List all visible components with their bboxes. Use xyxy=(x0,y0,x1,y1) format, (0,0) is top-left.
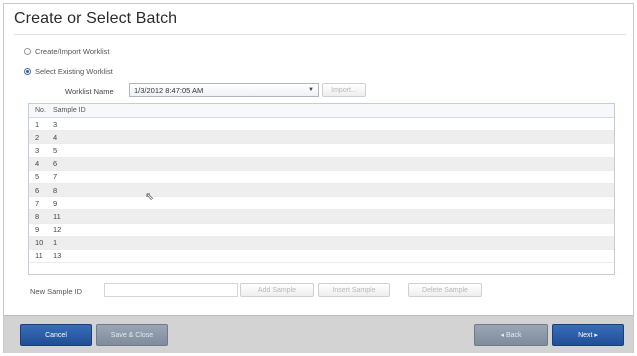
row-number: 9 xyxy=(35,225,40,235)
create-import-option[interactable]: Create/Import Worklist xyxy=(24,47,109,56)
cancel-button[interactable]: Cancel xyxy=(20,324,92,346)
back-button[interactable]: ◂ Back xyxy=(474,324,548,346)
row-sample-id: 1 xyxy=(53,238,58,248)
table-row[interactable]: 68 xyxy=(29,183,614,198)
row-sample-id: 9 xyxy=(53,198,58,208)
table-row[interactable]: 57 xyxy=(29,171,614,184)
row-sample-id: 8 xyxy=(53,185,58,195)
table-row[interactable]: 13 xyxy=(29,118,614,132)
table-row[interactable]: 11 13 xyxy=(29,250,614,264)
row-sample-id: 3 xyxy=(53,119,58,129)
row-number: 10 xyxy=(35,238,44,248)
worklist-name-select[interactable]: 1/3/2012 8:47:05 AM ▼ xyxy=(129,83,319,97)
table-row[interactable]: 46 xyxy=(29,157,614,171)
row-number: 3 xyxy=(35,145,40,155)
next-button[interactable]: Next ▸ xyxy=(552,324,624,346)
grid-body: 1 3 2 4 3 5 4 6 5 7 6 8 7 9 8 11 9 12 10 1 11 13 xyxy=(29,118,614,264)
delete-sample-button[interactable]: Delete Sample xyxy=(408,283,482,297)
row-sample-id: 5 xyxy=(53,145,58,155)
table-row[interactable]: 79 xyxy=(29,197,614,211)
select-existing-label: Select Existing Worklist xyxy=(35,67,113,76)
save-close-button[interactable]: Save & Close xyxy=(96,324,168,346)
footer-bar: Cancel Save & Close ◂ Back Next ▸ xyxy=(4,315,633,353)
grid-header: No. Sample ID xyxy=(29,104,614,118)
table-row[interactable]: 9 12 xyxy=(29,224,614,237)
import-button[interactable]: Import... xyxy=(322,83,366,97)
mouse-pointer-icon: ⇖ xyxy=(145,191,155,203)
row-sample-id: 11 xyxy=(53,211,61,221)
select-existing-option[interactable]: Select Existing Worklist xyxy=(24,67,113,76)
table-row[interactable]: 35 xyxy=(29,144,614,158)
row-number: 6 xyxy=(35,185,40,195)
row-number: 8 xyxy=(35,211,40,221)
radio-create-import[interactable] xyxy=(24,48,31,55)
dialog-title: Create or Select Batch xyxy=(14,10,178,27)
row-number: 11 xyxy=(35,251,43,261)
radio-select-existing[interactable] xyxy=(24,68,31,75)
worklist-name-value: 1/3/2012 8:47:05 AM xyxy=(134,86,204,95)
header-no: No. xyxy=(35,107,46,114)
row-number: 7 xyxy=(35,198,40,208)
add-sample-button[interactable]: Add Sample xyxy=(240,283,314,297)
row-sample-id: 6 xyxy=(53,159,58,169)
insert-sample-button[interactable]: Insert Sample xyxy=(318,283,390,297)
header-sample-id: Sample ID xyxy=(53,107,86,114)
new-sample-id-input[interactable] xyxy=(104,283,238,297)
sample-grid[interactable]: No. Sample ID 1 3 2 4 3 5 4 6 5 7 6 8 7 9 8 11 9 12 10 1 11 1… xyxy=(28,103,615,275)
worklist-name-label: Worklist Name xyxy=(65,87,114,96)
chevron-down-icon: ▼ xyxy=(308,87,314,93)
table-row[interactable]: 10 1 xyxy=(29,236,614,250)
row-sample-id: 12 xyxy=(53,225,62,235)
table-row[interactable]: 8 11 xyxy=(29,210,614,224)
new-sample-id-label: New Sample ID xyxy=(30,287,83,296)
row-sample-id: 4 xyxy=(53,132,58,142)
title-divider xyxy=(14,34,626,35)
row-sample-id: 7 xyxy=(53,172,58,182)
row-number: 4 xyxy=(35,159,40,169)
row-number: 2 xyxy=(35,132,40,142)
table-row[interactable]: 24 xyxy=(29,131,614,145)
create-import-label: Create/Import Worklist xyxy=(35,47,110,56)
row-number: 1 xyxy=(35,119,40,129)
row-number: 5 xyxy=(35,172,40,182)
row-sample-id: 13 xyxy=(53,251,62,261)
